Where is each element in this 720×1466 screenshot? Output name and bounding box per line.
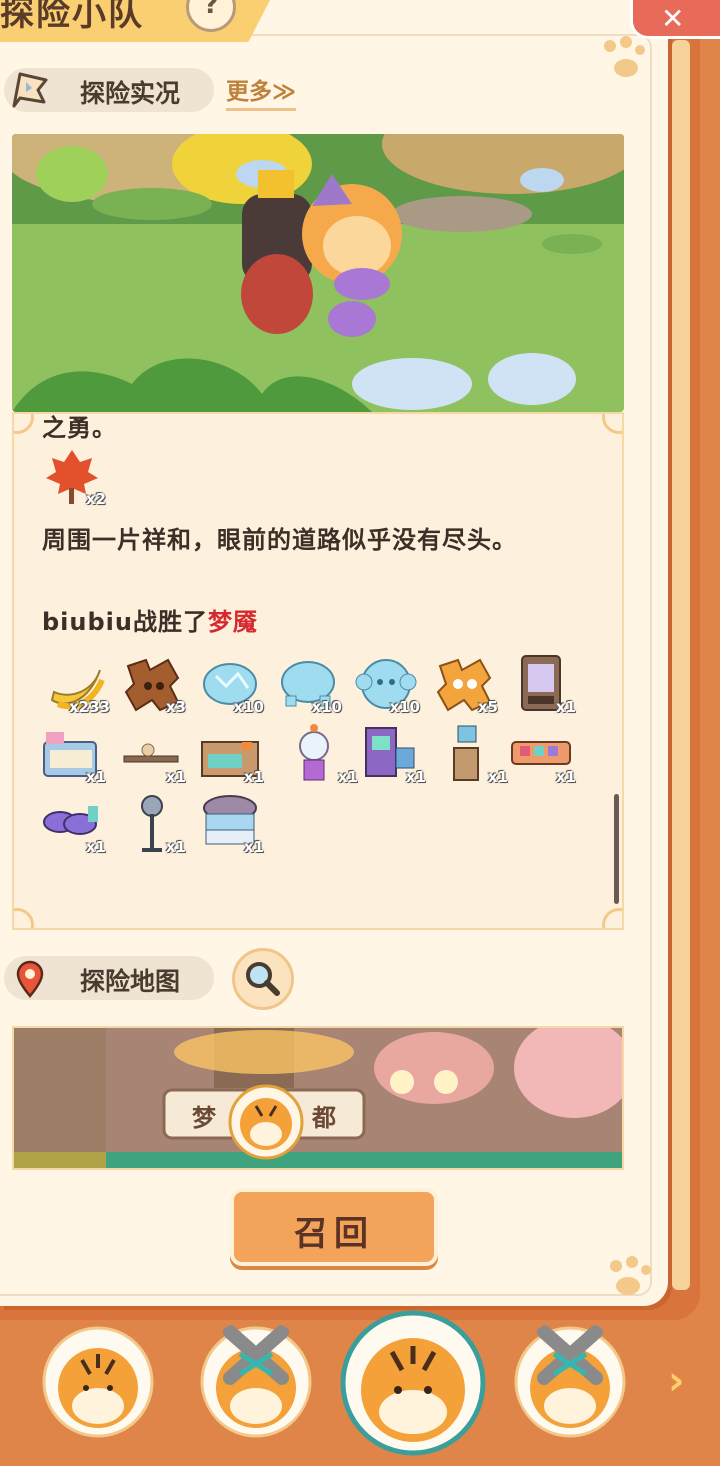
shelf-icon: x1 <box>120 722 186 786</box>
item-qty: x5 <box>477 698 498 716</box>
paw-icon <box>604 36 645 77</box>
pedestal-display-icon: x1 <box>442 722 508 786</box>
next-arrow-icon[interactable]: › <box>668 1358 684 1404</box>
item-qty: x10 <box>233 698 264 716</box>
scene-illustration <box>12 134 624 412</box>
tiger-map-marker-icon <box>228 1084 304 1160</box>
page-title: 探险小队 <box>0 0 144 34</box>
recall-label: 召回 <box>294 1214 374 1254</box>
adventure-map-text: 探险地图 <box>80 967 181 996</box>
close-icon: ✕ <box>661 2 685 35</box>
paw-icon <box>610 1256 651 1295</box>
adventure-log: 之勇。 x2 周围一片祥和，眼前的道路似乎没有尽头。 biubiu战胜了梦魇 x… <box>12 412 624 930</box>
bed-icon: x1 <box>40 722 106 786</box>
log-fragment: 之勇。 <box>42 414 117 442</box>
item-qty: x1 <box>487 768 508 786</box>
tiger-avatar-icon <box>340 1310 486 1456</box>
maple-leaf-icon: x2 <box>40 444 106 508</box>
more-link[interactable]: 更多≫ <box>226 72 297 111</box>
cabinet-icon: x1 <box>198 722 264 786</box>
purple-sofa-icon: x1 <box>40 792 106 856</box>
log-corner-decoration <box>602 414 622 434</box>
item-qty: x1 <box>165 838 186 856</box>
flag-icon <box>12 72 48 108</box>
gumball-machine-icon: x1 <box>292 722 358 786</box>
item-qty: x233 <box>69 698 110 716</box>
item-qty: x1 <box>555 698 576 716</box>
team-member-slot[interactable] <box>42 1326 154 1438</box>
item-qty: x1 <box>243 838 264 856</box>
item-qty: x1 <box>555 768 576 786</box>
battle-result: biubiu战胜了梦魇 <box>42 602 258 637</box>
standing-fan-icon: x1 <box>120 792 186 856</box>
tiger-avatar-injured-icon <box>200 1325 312 1438</box>
battle-enemy: 梦魇 <box>207 608 258 636</box>
map-pin-icon <box>16 960 44 998</box>
ice-crystal-turtle-icon: x10 <box>276 652 342 716</box>
arcade-machine-icon: x1 <box>360 722 426 786</box>
item-qty: x2 <box>85 490 106 508</box>
tiger-avatar-injured-icon <box>514 1325 626 1438</box>
cloud-table-icon: x1 <box>198 792 264 856</box>
item-qty: x1 <box>405 768 426 786</box>
live-report-label: 探险实况 <box>4 68 214 112</box>
item-qty: x3 <box>165 698 186 716</box>
live-report-text: 探险实况 <box>80 79 181 108</box>
log-scrollbar[interactable] <box>614 794 619 904</box>
item-qty: x1 <box>337 768 358 786</box>
team-member-slot[interactable] <box>200 1318 312 1438</box>
item-qty: x1 <box>85 768 106 786</box>
item-qty: x10 <box>389 698 420 716</box>
close-button[interactable]: ✕ <box>630 0 720 39</box>
item-qty: x1 <box>243 768 264 786</box>
team-member-slot[interactable] <box>514 1318 626 1438</box>
item-qty: x1 <box>85 838 106 856</box>
adventure-map-label: 探险地图 <box>4 956 214 1000</box>
banana-icon: x233 <box>44 652 110 716</box>
lion-puzzle-icon: x5 <box>432 652 498 716</box>
book-spine <box>672 40 690 1290</box>
battle-winner: biubiu战胜了 <box>42 608 208 636</box>
ice-crystal-pig-icon: x10 <box>198 652 264 716</box>
log-corner-decoration <box>14 908 34 928</box>
log-corner-decoration <box>602 908 622 928</box>
team-member-slot-selected[interactable] <box>340 1310 486 1456</box>
item-qty: x1 <box>165 768 186 786</box>
log-corner-decoration <box>14 414 34 434</box>
magnifier-icon <box>246 962 280 996</box>
vending-machine-icon: x1 <box>510 652 576 716</box>
recall-button[interactable]: 召回 <box>230 1188 438 1266</box>
log-narration: 周围一片祥和，眼前的道路似乎没有尽头。 <box>42 526 517 554</box>
bear-puzzle-icon: x3 <box>120 652 186 716</box>
counter-icon: x1 <box>510 722 576 786</box>
adventure-map[interactable]: 梦魇之都 <box>12 1026 624 1170</box>
item-qty: x10 <box>311 698 342 716</box>
adventure-scene <box>12 134 624 412</box>
map-search-button[interactable] <box>232 948 294 1010</box>
tiger-avatar-icon <box>42 1326 154 1438</box>
ice-crystal-monkey-icon: x10 <box>354 652 420 716</box>
